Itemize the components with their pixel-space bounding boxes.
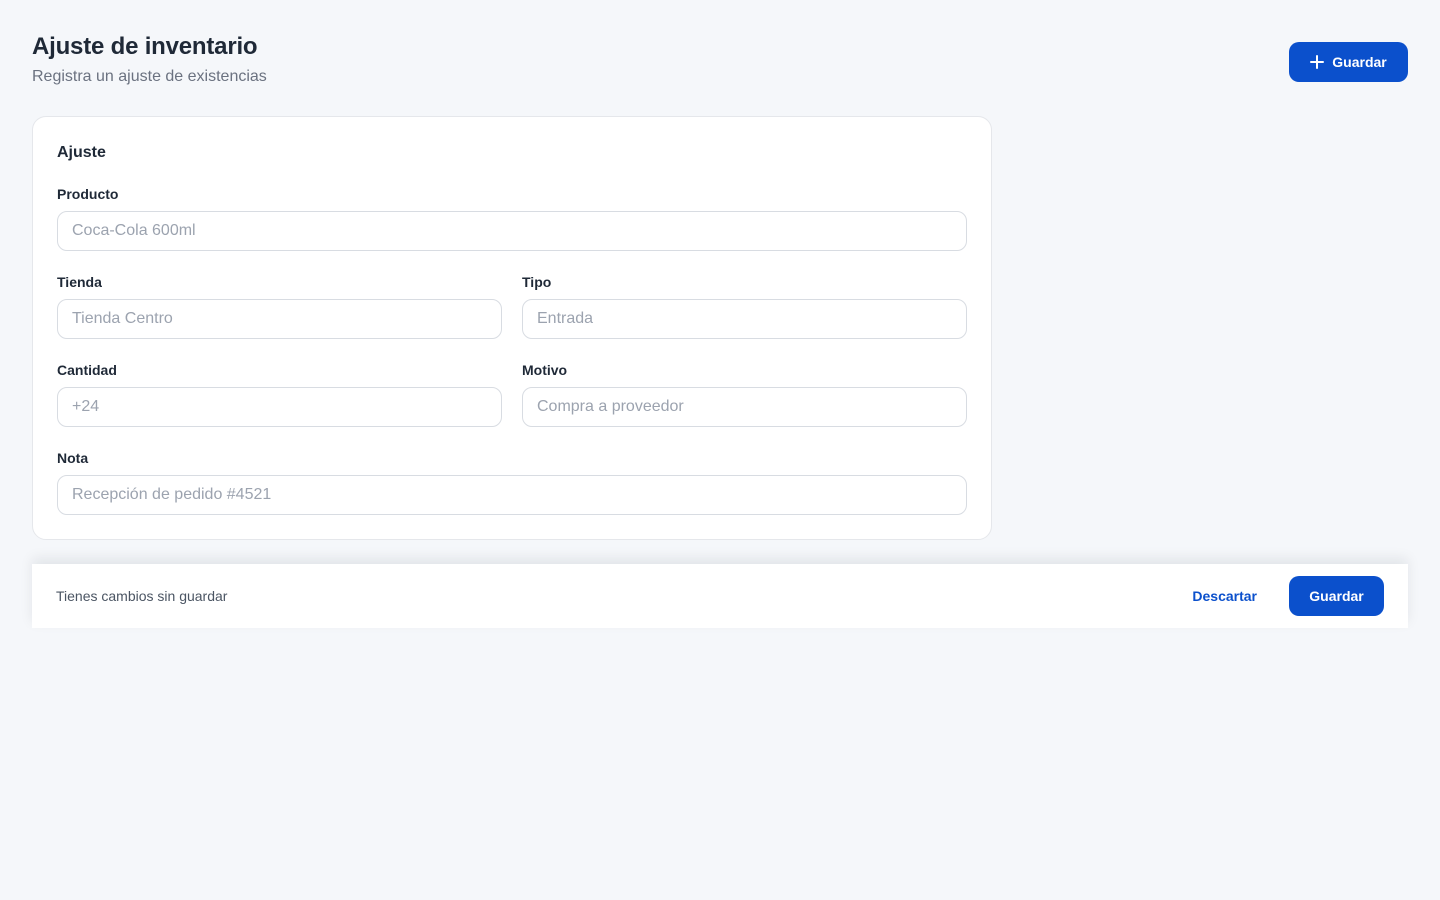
- field-producto: Producto: [57, 185, 967, 251]
- nota-input[interactable]: [57, 475, 967, 515]
- field-tipo: Tipo: [522, 273, 967, 339]
- page-title: Ajuste de inventario: [32, 33, 258, 60]
- header-save-label: Guardar: [1332, 54, 1387, 70]
- page-header: Ajuste de inventario Registra un ajuste …: [32, 32, 1408, 116]
- page: Ajuste de inventario Registra un ajuste …: [0, 0, 1440, 900]
- plus-icon: [1310, 55, 1325, 69]
- discard-button[interactable]: Descartar: [1176, 576, 1273, 616]
- label-tipo: Tipo: [522, 274, 552, 290]
- page-subtitle: Registra un ajuste de existencias: [32, 68, 267, 85]
- producto-input[interactable]: [57, 211, 967, 251]
- save-button[interactable]: Guardar: [1289, 576, 1384, 616]
- label-tienda: Tienda: [57, 274, 102, 290]
- cantidad-input[interactable]: [57, 387, 502, 427]
- field-nota: Nota: [57, 449, 967, 515]
- header-save-button[interactable]: Guardar: [1289, 42, 1408, 82]
- unsaved-changes-bar: Tienes cambios sin guardar Descartar Gua…: [32, 564, 1408, 628]
- field-tienda: Tienda: [57, 273, 502, 339]
- label-producto: Producto: [57, 186, 119, 202]
- tienda-input[interactable]: [57, 299, 502, 339]
- card-title: Ajuste: [57, 144, 106, 161]
- motivo-input[interactable]: [522, 387, 967, 427]
- tipo-input[interactable]: [522, 299, 967, 339]
- row-tienda-tipo: Tienda Tipo: [57, 273, 967, 339]
- unsaved-changes-message: Tienes cambios sin guardar: [56, 588, 228, 604]
- field-cantidad: Cantidad: [57, 361, 502, 427]
- label-cantidad: Cantidad: [57, 362, 117, 378]
- adjustment-card: Ajuste Producto Tienda Tipo Cantidad Mot…: [32, 116, 992, 540]
- label-nota: Nota: [57, 450, 89, 466]
- label-motivo: Motivo: [522, 362, 568, 378]
- row-cantidad-motivo: Cantidad Motivo: [57, 361, 967, 427]
- field-motivo: Motivo: [522, 361, 967, 427]
